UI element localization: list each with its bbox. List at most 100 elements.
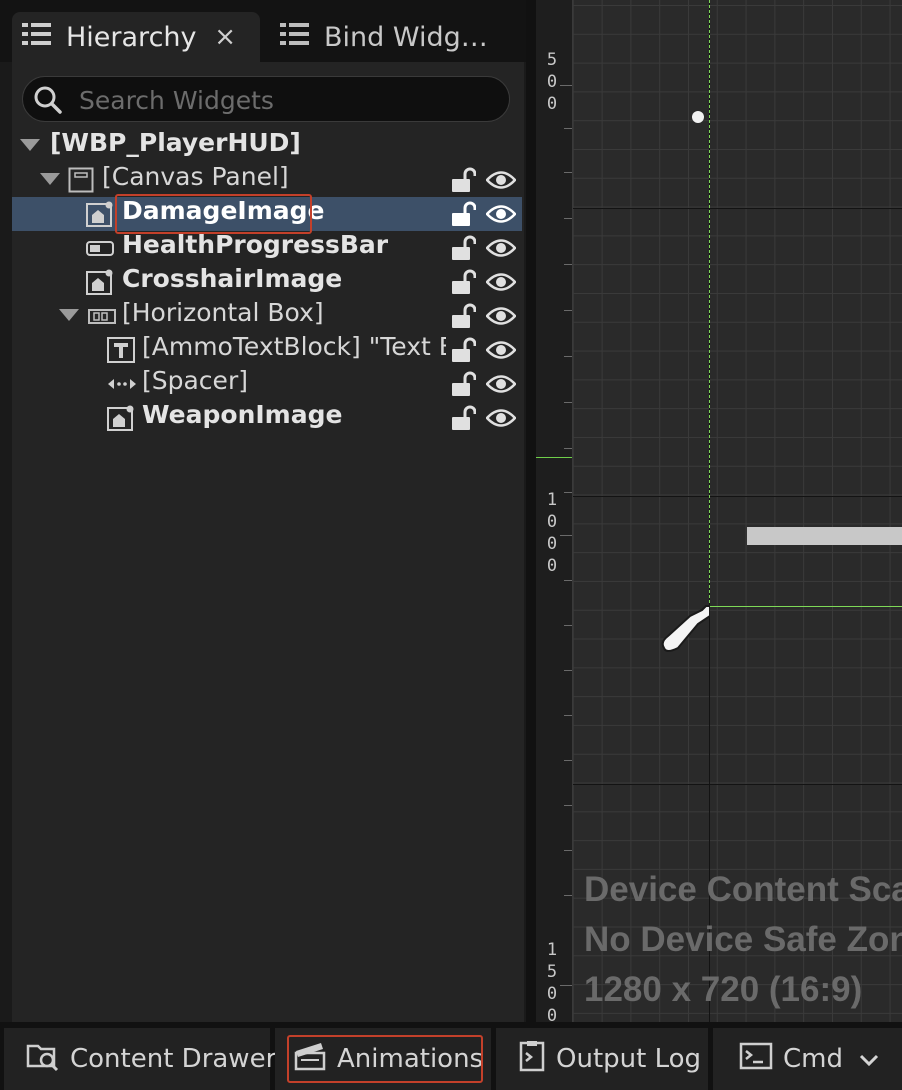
anchor-point[interactable] [692, 111, 704, 123]
canvas-panel-icon [68, 167, 96, 193]
tree-row-ammo-text-block[interactable]: [AmmoTextBlock] "Text B [12, 332, 522, 367]
ruler-tick [564, 715, 572, 716]
safe-zone-horizontal-guide [709, 606, 902, 607]
spacer-icon [107, 371, 136, 397]
eye-icon[interactable] [485, 203, 517, 229]
tree-row-health-progress-bar[interactable]: HealthProgressBar [12, 230, 522, 265]
eye-icon[interactable] [485, 305, 517, 331]
horizontal-box-icon [88, 303, 116, 329]
panel-tab-bar: Hierarchy × Bind Widg… [0, 0, 526, 62]
text-block-icon [107, 337, 135, 363]
lock-open-icon[interactable] [450, 405, 477, 435]
resolution-text: 1280 x 720 (16:9) [584, 970, 863, 1009]
content-drawer-button[interactable]: Content Drawer [4, 1028, 276, 1090]
lock-open-icon[interactable] [450, 167, 477, 197]
lock-open-icon[interactable] [450, 303, 477, 333]
ruler-label: 1000 [546, 490, 558, 576]
grid-line [572, 784, 902, 785]
ruler-tick [564, 492, 572, 493]
ruler-label: 1500 [546, 940, 558, 1022]
cmd-dropdown[interactable]: Cmd [713, 1028, 902, 1090]
expand-arrow-icon[interactable] [20, 139, 40, 151]
ruler-tick [564, 310, 572, 311]
tree-row-root[interactable]: [WBP_PlayerHUD] [12, 128, 522, 163]
list-icon [280, 21, 310, 54]
eye-icon[interactable] [485, 237, 517, 263]
tree-row-canvas-panel[interactable]: [Canvas Panel] [12, 162, 522, 197]
panel-splitter[interactable] [526, 0, 536, 1022]
annotation-highlight-animations [287, 1035, 483, 1083]
ruler-tick [564, 760, 572, 761]
ruler-tick [560, 985, 572, 986]
ruler-label: 500 [546, 50, 558, 114]
ruler-tick [564, 805, 572, 806]
ruler-tick [564, 448, 572, 449]
tree-row-crosshair-image[interactable]: CrosshairImage [12, 264, 522, 299]
ruler-tick [564, 850, 572, 851]
tree-row-label: WeaponImage [142, 400, 343, 429]
grid-line [572, 208, 902, 209]
image-icon [107, 405, 135, 431]
folder-search-icon [26, 1040, 60, 1079]
search-icon [33, 85, 63, 119]
eye-icon[interactable] [485, 373, 517, 399]
safe-zone-vertical-guide [709, 0, 710, 608]
lock-open-icon[interactable] [450, 371, 477, 401]
ruler-tick [564, 218, 572, 219]
ruler-tick [564, 128, 572, 129]
eye-icon[interactable] [485, 339, 517, 365]
vertical-ruler: 500 1000 1500 [536, 0, 573, 1022]
ruler-tick [564, 356, 572, 357]
lock-open-icon[interactable] [450, 337, 477, 367]
eye-icon[interactable] [485, 407, 517, 433]
eye-icon[interactable] [485, 169, 517, 195]
tree-row-label: [Horizontal Box] [122, 298, 324, 327]
ruler-tick [564, 172, 572, 173]
ruler-tick [564, 670, 572, 671]
log-icon [518, 1040, 546, 1079]
progress-bar-icon [86, 235, 114, 261]
terminal-icon [739, 1042, 773, 1077]
ruler-safe-zone-marker [536, 457, 572, 458]
grid-line [572, 496, 902, 497]
health-progress-bar-preview[interactable] [747, 527, 902, 545]
tab-hierarchy-label: Hierarchy [66, 21, 197, 53]
output-log-button[interactable]: Output Log [496, 1028, 708, 1090]
tree-row-label: [Spacer] [142, 366, 248, 395]
ruler-tick [564, 625, 572, 626]
close-icon[interactable]: × [214, 22, 236, 52]
expand-arrow-icon[interactable] [59, 309, 79, 321]
designer-canvas[interactable]: 500 1000 1500 Device Content Sca No Devi… [536, 0, 902, 1022]
cmd-label: Cmd [783, 1044, 843, 1074]
tab-hierarchy[interactable]: Hierarchy × [12, 12, 260, 62]
output-log-label: Output Log [556, 1044, 702, 1074]
tab-bind-widgets[interactable]: Bind Widg… [270, 12, 520, 62]
tree-row-spacer[interactable]: [Spacer] [12, 366, 522, 401]
tree-row-label: [WBP_PlayerHUD] [50, 128, 301, 157]
search-input[interactable] [77, 77, 501, 123]
list-icon [22, 21, 52, 54]
expand-arrow-icon[interactable] [40, 173, 60, 185]
image-icon [86, 269, 114, 295]
content-drawer-label: Content Drawer [70, 1044, 277, 1074]
image-icon [86, 201, 114, 227]
anchor-pin-icon[interactable] [660, 602, 711, 658]
ruler-tick [564, 264, 572, 265]
tree-row-label: HealthProgressBar [122, 230, 389, 259]
lock-open-icon[interactable] [450, 201, 477, 231]
ruler-tick [564, 895, 572, 896]
hierarchy-panel: Hierarchy × Bind Widg… Search Widgets [W… [0, 0, 526, 1022]
annotation-highlight-damage-image [115, 194, 312, 234]
lock-open-icon[interactable] [450, 235, 477, 265]
tree-row-horizontal-box[interactable]: [Horizontal Box] [12, 298, 522, 333]
search-box[interactable] [22, 76, 510, 123]
device-content-scale-text: Device Content Sca [584, 870, 902, 909]
tree-row-weapon-image[interactable]: WeaponImage [12, 400, 522, 435]
ruler-tick [564, 402, 572, 403]
chevron-down-icon[interactable] [859, 1044, 879, 1074]
device-safe-zone-text: No Device Safe Zon [584, 920, 902, 959]
eye-icon[interactable] [485, 271, 517, 297]
lock-open-icon[interactable] [450, 269, 477, 299]
ruler-tick [560, 535, 572, 536]
ruler-tick [564, 580, 572, 581]
